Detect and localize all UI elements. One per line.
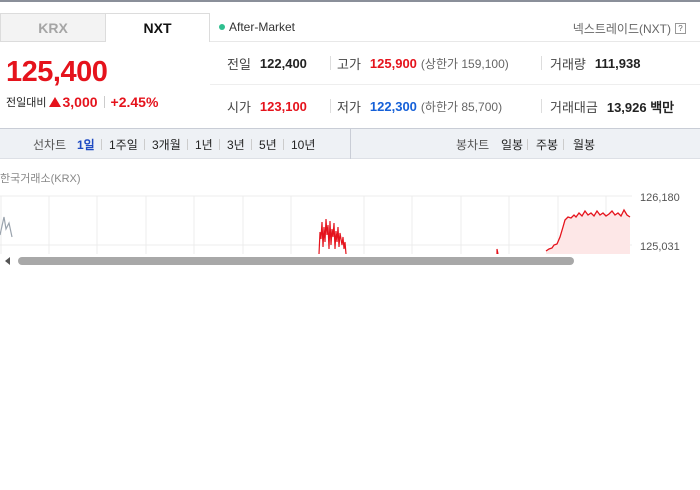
period-5y[interactable]: 5년 bbox=[259, 136, 277, 153]
change-label: 전일대비 bbox=[6, 97, 47, 109]
series-line-left bbox=[0, 216, 13, 238]
tab-nxt[interactable]: NXT bbox=[105, 13, 210, 42]
info-high: 고가 125,900 (상한가 159,100) bbox=[337, 54, 509, 73]
nextrade-label: 넥스트레이드(NXT) bbox=[572, 22, 671, 36]
high-value: 125,900 bbox=[369, 56, 417, 71]
price-chart: 126,180 125,031 bbox=[0, 192, 680, 254]
candle-chart-label: 봉차트 bbox=[456, 138, 490, 152]
divider bbox=[330, 56, 331, 70]
prev-close-label: 전일 bbox=[227, 57, 251, 72]
y-tick-mid: 125,031 bbox=[640, 241, 680, 253]
after-market-label: After-Market bbox=[229, 20, 296, 34]
divider bbox=[251, 139, 252, 150]
high-label: 고가 bbox=[337, 57, 361, 72]
chart-grid bbox=[0, 195, 632, 254]
info-amount: 거래대금 13,926 백만 bbox=[550, 97, 674, 116]
toolbar-divider bbox=[350, 129, 351, 159]
divider bbox=[283, 139, 284, 150]
low-value: 122,300 bbox=[369, 99, 417, 114]
volume-label: 거래량 bbox=[550, 57, 586, 72]
y-tick-top: 126,180 bbox=[640, 192, 680, 204]
info-prev-close: 전일 122,400 bbox=[227, 54, 307, 73]
period-10y[interactable]: 10년 bbox=[291, 136, 315, 153]
divider bbox=[219, 139, 220, 150]
scroll-left-icon[interactable] bbox=[5, 257, 10, 265]
info-volume: 거래량 111,938 bbox=[550, 54, 640, 73]
series-line-mid bbox=[318, 218, 347, 254]
amount-label: 거래대금 bbox=[550, 100, 598, 115]
period-3y[interactable]: 3년 bbox=[227, 136, 245, 153]
candle-daily[interactable]: 일봉 bbox=[501, 136, 523, 153]
change-rate: +2.45% bbox=[110, 94, 159, 110]
info-top-border bbox=[210, 41, 700, 42]
divider bbox=[541, 99, 542, 113]
current-price: 125,400 bbox=[6, 56, 108, 88]
info-low: 저가 122,300 (하한가 85,700) bbox=[337, 97, 502, 116]
line-chart-label: 선차트 bbox=[33, 138, 67, 152]
divider bbox=[101, 139, 102, 150]
period-1y[interactable]: 1년 bbox=[195, 136, 213, 153]
status-dot-icon bbox=[219, 24, 225, 30]
low-label: 저가 bbox=[337, 100, 361, 115]
amount-value: 13,926 백만 bbox=[606, 100, 675, 115]
nextrade-link[interactable]: 넥스트레이드(NXT) ? bbox=[573, 20, 686, 37]
help-icon[interactable]: ? bbox=[675, 23, 686, 34]
lower-limit: (하한가 85,700) bbox=[420, 100, 503, 114]
divider bbox=[187, 139, 188, 150]
period-3m[interactable]: 3개월 bbox=[152, 136, 181, 153]
divider bbox=[563, 139, 564, 150]
divider bbox=[330, 99, 331, 113]
chart-toolbar: 선차트 1일 1주일 3개월 1년 3년 5년 10년 봉차트 일봉 주봉 월봉 bbox=[0, 128, 700, 159]
horizontal-scrollbar[interactable] bbox=[0, 254, 700, 268]
period-1d[interactable]: 1일 bbox=[77, 136, 95, 153]
info-row-divider bbox=[210, 84, 700, 85]
price-change: 전일대비 3,000 +2.45% bbox=[6, 94, 158, 110]
info-open: 시가 123,100 bbox=[227, 97, 307, 116]
after-market-status: After-Market bbox=[219, 20, 295, 34]
top-border bbox=[0, 0, 700, 2]
divider bbox=[103, 96, 105, 108]
change-value: 3,000 bbox=[62, 94, 98, 110]
price-series bbox=[0, 208, 631, 254]
scroll-thumb[interactable] bbox=[18, 257, 574, 265]
period-1w[interactable]: 1주일 bbox=[109, 136, 138, 153]
up-triangle-icon bbox=[49, 97, 62, 107]
tab-krx[interactable]: KRX bbox=[0, 13, 105, 42]
open-value: 123,100 bbox=[259, 99, 307, 114]
candle-monthly[interactable]: 월봉 bbox=[573, 136, 595, 153]
prev-close-value: 122,400 bbox=[259, 56, 307, 71]
divider bbox=[541, 56, 542, 70]
upper-limit: (상한가 159,100) bbox=[420, 57, 509, 71]
series-area bbox=[546, 210, 630, 254]
market-tabs: KRX NXT bbox=[0, 13, 210, 42]
divider bbox=[144, 139, 145, 150]
chart-title: 한국거래소(KRX) bbox=[0, 173, 81, 185]
open-label: 시가 bbox=[227, 100, 251, 115]
volume-value: 111,938 bbox=[594, 56, 641, 71]
candle-weekly[interactable]: 주봉 bbox=[536, 136, 558, 153]
divider bbox=[527, 139, 528, 150]
